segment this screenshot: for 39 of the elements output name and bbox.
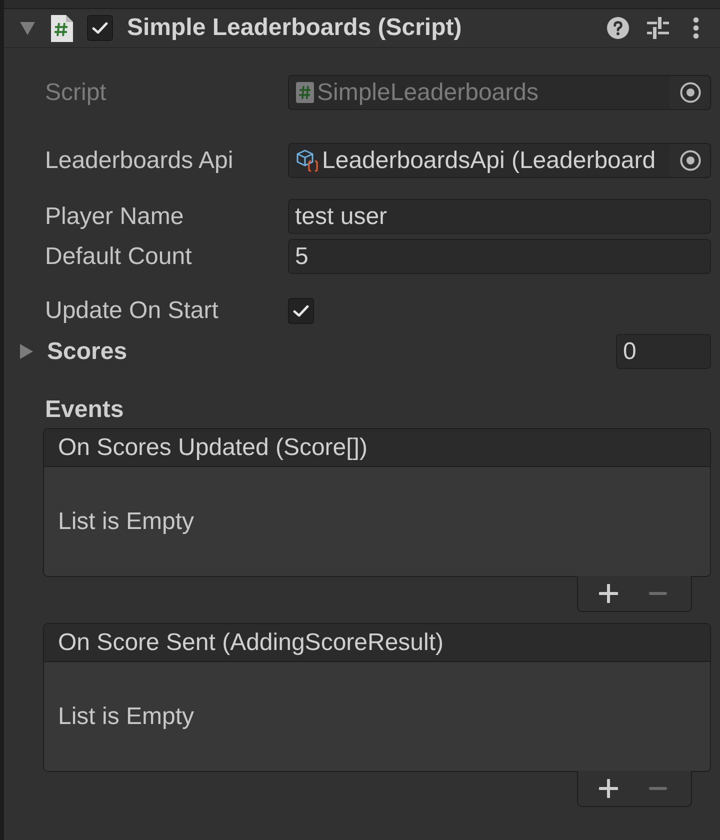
text-field[interactable]: test user (288, 199, 711, 234)
property-label: Default Count (45, 242, 193, 272)
settings-button[interactable] (647, 17, 669, 39)
field-value: LeaderboardsApi (Leaderboard (322, 146, 657, 176)
script-file-icon (296, 82, 314, 103)
event-list-header: On Scores Updated (Score[]) (44, 429, 710, 467)
target-icon (680, 150, 701, 171)
sliders-icon (647, 17, 669, 39)
foldout-label[interactable]: Scores (47, 334, 128, 370)
minus-icon (649, 592, 667, 595)
minus-icon (649, 787, 667, 790)
component-title: Simple Leaderboards (Script) (127, 13, 462, 43)
kebab-menu-icon (693, 17, 699, 39)
text-field[interactable]: 5 (288, 239, 711, 274)
count-field[interactable]: 0 (616, 334, 711, 369)
target-icon (680, 82, 701, 103)
property-label: Player Name (45, 202, 185, 232)
foldout-triangle-icon[interactable] (20, 22, 35, 34)
check-icon (92, 22, 108, 34)
property-label: Update On Start (45, 296, 220, 326)
cube-braces-icon (296, 149, 319, 172)
help-icon (607, 17, 629, 39)
foldout-triangle-icon[interactable] (20, 344, 33, 359)
check-icon (293, 304, 309, 316)
plus-icon (598, 584, 618, 603)
plus-icon (598, 779, 618, 798)
empty-list-text: List is Empty (58, 702, 194, 732)
object-field[interactable]: LeaderboardsApi (Leaderboard (288, 143, 711, 178)
more-options-button[interactable] (692, 17, 700, 39)
checkbox[interactable] (87, 15, 113, 41)
section-heading: Events (45, 395, 124, 425)
event-list-header: On Score Sent (AddingScoreResult) (44, 624, 710, 662)
field-value: SimpleLeaderboards (317, 78, 540, 108)
empty-list-text: List is Empty (58, 506, 194, 536)
script-file-icon (50, 14, 73, 42)
property-label: Leaderboards Api (45, 146, 234, 176)
property-label: Script (45, 78, 108, 108)
checkbox[interactable] (288, 298, 314, 324)
help-button[interactable] (607, 17, 629, 39)
